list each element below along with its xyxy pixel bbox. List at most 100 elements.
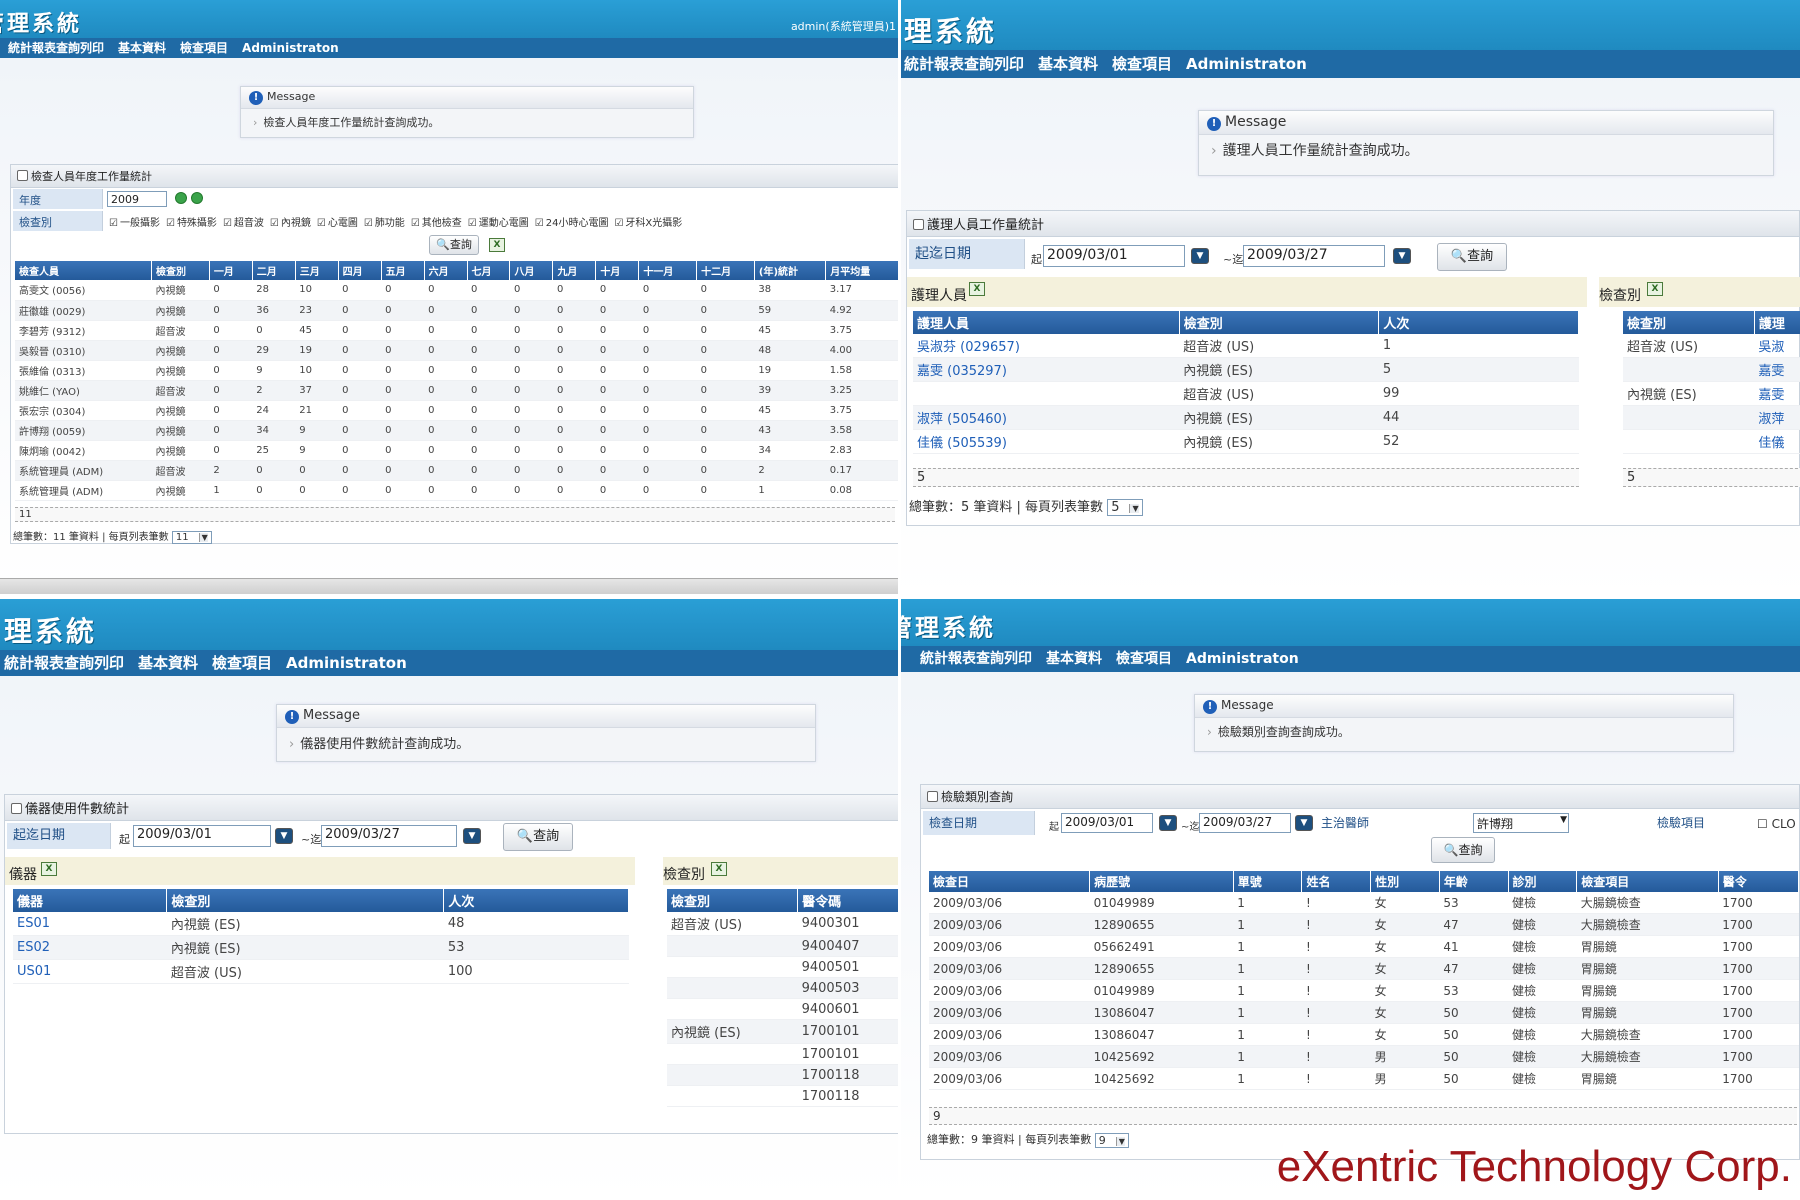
table-row[interactable]: 吳淑芬 (029657) 超音波 (US) 1 [913,334,1579,358]
next-year-icon[interactable] [191,192,203,204]
excel-export-icon[interactable]: X [41,862,57,876]
from-calendar-icon[interactable]: ▼ [275,828,293,844]
column-header[interactable]: 二月 [252,261,296,280]
query-button[interactable]: 🔍查詢 [1431,837,1495,863]
menu-item-basic-data[interactable]: 基本資料 [1046,646,1102,672]
table-row[interactable]: 2009/03/06 10425692 1! 男 50 健檢 胃腸鏡 1700 [929,1067,1799,1090]
table-row[interactable]: 2009/03/06 12890655 1! 女 47 健檢 大腸鏡檢查 1700 [929,913,1799,936]
column-header[interactable]: 一月 [209,261,253,280]
table-row[interactable]: 佳儀 (505539) 內視鏡 (ES) 52 [913,429,1579,454]
column-header[interactable]: 姓名 [1301,871,1372,892]
column-header[interactable]: 醫令 [1718,871,1800,892]
type-checkbox[interactable]: 運動心電圖 [468,214,529,229]
type-checkbox[interactable]: 超音波 [223,214,264,229]
table-row[interactable]: 佳儀 [1623,429,1800,454]
row-link[interactable]: ES02 [17,940,50,955]
menu-item-admin[interactable]: Administraton [1186,50,1307,78]
type-checkbox[interactable]: 牙科X光攝影 [614,214,682,229]
from-date-input[interactable]: 2009/03/01 [1061,813,1153,833]
table-row[interactable]: 9400601 [667,998,900,1020]
column-header[interactable]: 儀器 [13,889,168,912]
column-header[interactable]: 檢查別 [1623,311,1755,334]
horizontal-scrollbar[interactable] [0,578,900,594]
doctor-select[interactable]: 許博翔 ▼ [1473,813,1569,833]
menu-item-admin[interactable]: Administraton [286,650,407,676]
to-calendar-icon[interactable]: ▼ [1295,815,1313,831]
row-link[interactable]: 吳淑芬 (029657) [917,340,1020,355]
table-row[interactable]: 系統管理員 (ADM) 超音波 2 0 0 0 0 0 0 0 0 0 0 0 2 0.17 [15,460,899,481]
menu-item-reports[interactable]: 統計報表查詢列印 [4,650,124,676]
column-header[interactable]: 年齡 [1439,871,1509,892]
row-link[interactable]: 嘉雯 [1758,388,1784,403]
page-size-select[interactable]: 11 [171,530,212,544]
table-row[interactable]: 2009/03/06 10425692 1! 男 50 健檢 大腸鏡檢查 1700 [929,1045,1799,1068]
table-row[interactable]: US01 超音波 (US) 100 [13,959,629,984]
type-checkbox[interactable]: 內視鏡 [270,214,311,229]
column-header[interactable]: (年)統計 [754,261,827,280]
table-row[interactable]: 系統管理員 (ADM) 內視鏡 1 0 0 0 0 0 0 0 0 0 0 0 1 0.08 [15,480,899,501]
row-link[interactable]: 佳儀 (505539) [917,436,1007,451]
table-row[interactable]: 2009/03/06 01049989 1! 女 53 健檢 大腸鏡檢查 1700 [929,892,1799,914]
table-row[interactable]: 9400503 [667,977,900,999]
row-link[interactable]: ES01 [17,916,50,931]
menu-item-reports[interactable]: 統計報表查詢列印 [920,646,1032,672]
row-link[interactable]: US01 [17,964,51,979]
table-row[interactable]: 張維倫 (0313) 內視鏡 0 9 10 0 0 0 0 0 0 0 0 0 19 1.58 [15,360,899,381]
table-row[interactable]: 2009/03/06 12890655 1! 女 47 健檢 胃腸鏡 1700 [929,957,1799,980]
menu-item-admin[interactable]: Administraton [1186,646,1299,672]
table-row[interactable]: ES02 內視鏡 (ES) 53 [13,935,629,960]
menu-item-exam-items[interactable]: 檢查項目 [1116,646,1172,672]
type-checkbox[interactable]: 特殊攝影 [166,214,217,229]
table-row[interactable]: 姚維仁 (YAO) 超音波 0 2 37 0 0 0 0 0 0 0 0 0 39 3.25 [15,380,899,401]
year-input[interactable]: 2009 [107,191,167,207]
table-row[interactable]: 李碧芳 (9312) 超音波 0 0 45 0 0 0 0 0 0 0 0 0 45 3.75 [15,320,899,341]
table-row[interactable]: ES01 內視鏡 (ES) 48 [13,912,629,936]
row-link[interactable]: 淑萍 [1758,412,1784,427]
table-row[interactable]: 內視鏡 (ES) 1700101 [667,1019,900,1044]
type-checkbox[interactable]: 一般攝影 [109,214,160,229]
column-header[interactable]: 九月 [552,261,597,280]
menu-item-basic-data[interactable]: 基本資料 [1038,50,1098,78]
prev-year-icon[interactable] [175,192,187,204]
column-header[interactable]: 四月 [338,261,382,280]
column-header[interactable]: 月平均量 [825,261,899,280]
row-link[interactable]: 佳儀 [1758,436,1784,451]
column-header[interactable]: 八月 [509,261,554,280]
column-header[interactable]: 十一月 [638,261,698,280]
column-header[interactable]: 診別 [1508,871,1578,892]
from-date-input[interactable]: 2009/03/01 [1043,245,1185,267]
excel-export-icon-2[interactable]: X [711,862,727,876]
excel-export-icon[interactable]: X [489,238,505,252]
column-header[interactable]: 檢查別 [1179,311,1380,334]
menu-item-admin[interactable]: Administraton [242,38,339,58]
table-row[interactable]: 莊徽雄 (0029) 內視鏡 0 36 23 0 0 0 0 0 0 0 0 0 59 4.92 [15,300,899,321]
menu-item-basic-data[interactable]: 基本資料 [138,650,198,676]
from-calendar-icon[interactable]: ▼ [1191,248,1209,264]
to-date-input[interactable]: 2009/03/27 [1199,813,1291,833]
table-row[interactable]: 超音波 (US) 吳淑 [1623,334,1800,358]
table-row[interactable]: 2009/03/06 13086047 1! 女 50 健檢 大腸鏡檢查 1700 [929,1023,1799,1046]
from-calendar-icon[interactable]: ▼ [1159,815,1177,831]
table-row[interactable]: 1700118 [667,1064,900,1086]
menu-item-reports[interactable]: 統計報表查詢列印 [8,38,104,58]
type-checkbox[interactable]: 其他檢查 [411,214,462,229]
column-header[interactable]: 護理 [1754,311,1800,334]
exam-item-option[interactable]: ☐ CLO [1757,817,1796,831]
table-row[interactable]: 超音波 (US) 99 [913,381,1579,406]
table-row[interactable]: 吳毅晉 (0310) 內視鏡 0 29 19 0 0 0 0 0 0 0 0 0 48 4.00 [15,340,899,361]
table-row[interactable]: 1700118 [667,1085,900,1107]
row-link[interactable]: 嘉雯 [1758,364,1784,379]
menu-item-exam-items[interactable]: 檢查項目 [180,38,228,58]
column-header[interactable]: 七月 [467,261,511,280]
column-header[interactable]: 性別 [1370,871,1440,892]
checkbox-icon[interactable]: ☐ [1757,817,1768,831]
column-header[interactable]: 檢查別 [166,889,445,912]
table-row[interactable]: 2009/03/06 13086047 1! 女 50 健檢 胃腸鏡 1700 [929,1001,1799,1024]
table-row[interactable]: 2009/03/06 01049989 1! 女 53 健檢 胃腸鏡 1700 [929,979,1799,1002]
to-date-input[interactable]: 2009/03/27 [321,825,457,847]
table-row[interactable]: 內視鏡 (ES) 嘉雯 [1623,381,1800,406]
from-date-input[interactable]: 2009/03/01 [133,825,271,847]
column-header[interactable]: 檢查項目 [1576,871,1719,892]
column-header[interactable]: 三月 [295,261,339,280]
query-button[interactable]: 🔍查詢 [429,235,479,255]
